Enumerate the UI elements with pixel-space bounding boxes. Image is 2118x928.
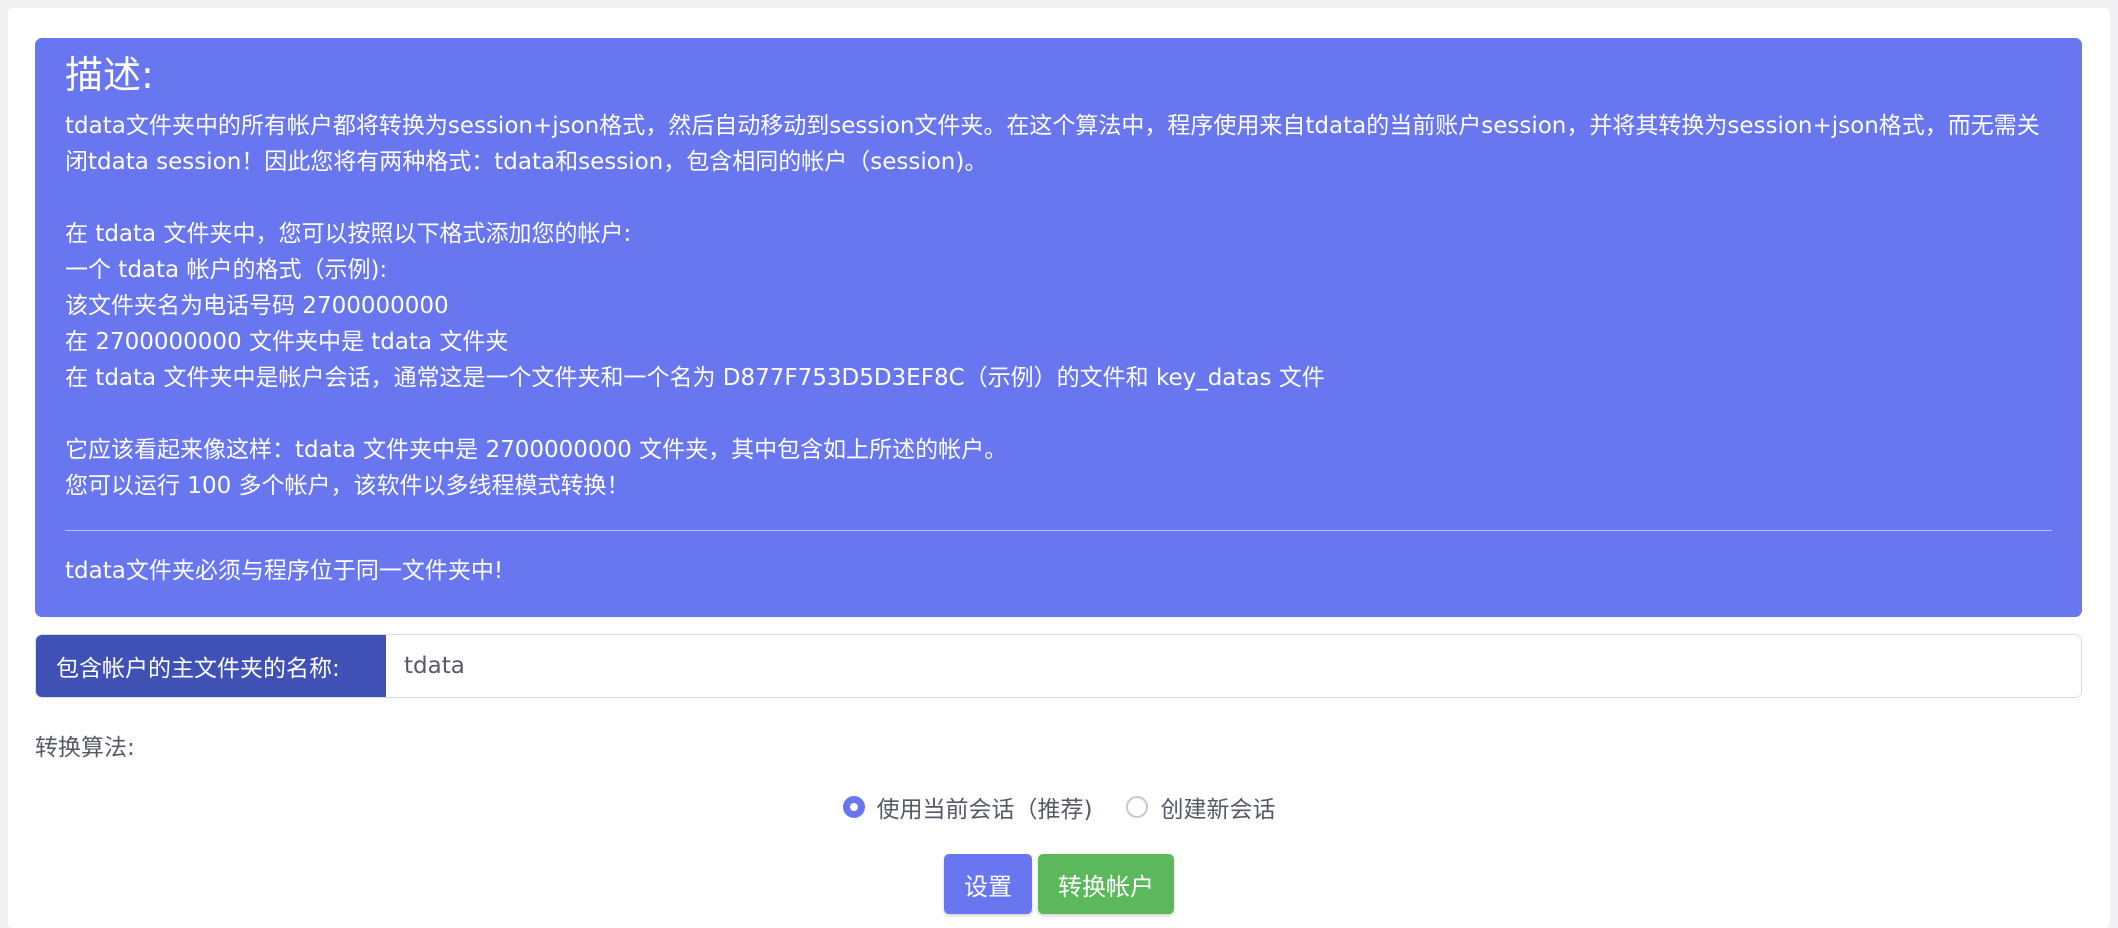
description-alert: 描述: tdata文件夹中的所有帐户都将转换为session+json格式，然后… bbox=[35, 38, 2082, 617]
format-line: 在 tdata 文件夹中是帐户会话，通常这是一个文件夹和一个名为 D877F75… bbox=[65, 365, 1325, 391]
description-intro: tdata文件夹中的所有帐户都将转换为session+json格式，然后自动移动… bbox=[65, 108, 2052, 180]
radio-option-label: 使用当前会话（推荐) bbox=[876, 797, 1093, 823]
folder-name-label: 包含帐户的主文件夹的名称: bbox=[36, 635, 386, 697]
format-line: 一个 tdata 帐户的格式（示例): bbox=[65, 257, 388, 283]
description-intro-text: tdata文件夹中的所有帐户都将转换为session+json格式，然后自动移动… bbox=[65, 113, 2040, 175]
algorithm-radio-group: 使用当前会话（推荐) 创建新会话 bbox=[8, 790, 2110, 824]
format-instructions: 在 tdata 文件夹中，您可以按照以下格式添加您的帐户: 一个 tdata 帐… bbox=[65, 216, 2052, 396]
footer-note: tdata文件夹必须与程序位于同一文件夹中! bbox=[65, 558, 504, 584]
algorithm-label: 转换算法: bbox=[35, 735, 135, 761]
convert-accounts-button[interactable]: 转换帐户 bbox=[1038, 854, 1174, 914]
format-line: 该文件夹名为电话号码 2700000000 bbox=[65, 293, 449, 319]
converter-panel: 描述: tdata文件夹中的所有帐户都将转换为session+json格式，然后… bbox=[8, 8, 2110, 928]
radio-option-new-session[interactable]: 创建新会话 bbox=[1126, 790, 1275, 824]
result-line: 您可以运行 100 多个帐户，该软件以多线程模式转换！ bbox=[65, 473, 630, 499]
folder-name-input[interactable] bbox=[386, 635, 2081, 697]
format-line: 在 2700000000 文件夹中是 tdata 文件夹 bbox=[65, 329, 509, 355]
radio-option-label: 创建新会话 bbox=[1160, 797, 1276, 823]
action-buttons: 设置 转换帐户 bbox=[8, 854, 2110, 914]
settings-button[interactable]: 设置 bbox=[944, 854, 1032, 914]
result-instructions: 它应该看起来像这样：tdata 文件夹中是 2700000000 文件夹，其中包… bbox=[65, 432, 2052, 504]
radio-checked-icon[interactable] bbox=[842, 796, 865, 818]
radio-option-current-session[interactable]: 使用当前会话（推荐) bbox=[842, 790, 1093, 824]
result-line: 它应该看起来像这样：tdata 文件夹中是 2700000000 文件夹，其中包… bbox=[65, 437, 1008, 463]
folder-name-group: 包含帐户的主文件夹的名称: bbox=[35, 634, 2082, 698]
description-divider bbox=[65, 530, 2052, 531]
format-line: 在 tdata 文件夹中，您可以按照以下格式添加您的帐户: bbox=[65, 221, 632, 247]
description-title: 描述: bbox=[65, 53, 154, 97]
radio-unchecked-icon[interactable] bbox=[1126, 796, 1149, 818]
